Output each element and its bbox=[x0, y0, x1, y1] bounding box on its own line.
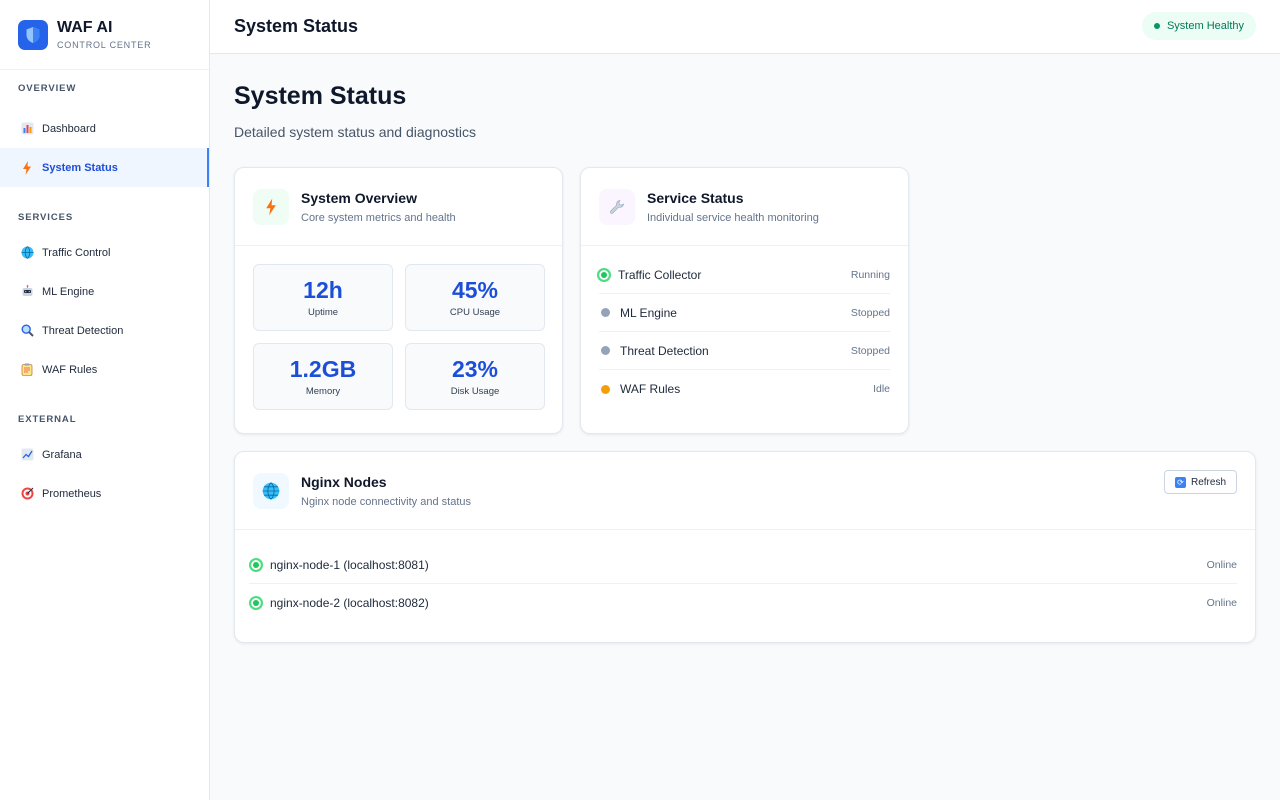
section-label-external: EXTERNAL bbox=[18, 414, 77, 425]
sidebar-item-label: WAF Rules bbox=[42, 363, 98, 376]
service-name: Threat Detection bbox=[620, 343, 709, 358]
sidebar-item-threat-detection[interactable]: Threat Detection bbox=[0, 311, 209, 350]
service-name: Traffic Collector bbox=[618, 267, 702, 282]
node-name: nginx-node-2 (localhost:8082) bbox=[270, 596, 429, 610]
lightning-icon bbox=[20, 160, 34, 175]
sidebar-item-label: ML Engine bbox=[42, 285, 95, 298]
brand-title: WAF AI bbox=[57, 18, 113, 36]
service-status: Stopped bbox=[850, 344, 890, 357]
lightning-icon bbox=[253, 188, 289, 225]
metric-value: 12h bbox=[303, 277, 343, 303]
sidebar-item-prometheus[interactable]: Prometheus bbox=[0, 474, 209, 513]
service-name: WAF Rules bbox=[620, 382, 681, 396]
refresh-button[interactable]: ⟳ Refresh bbox=[1163, 470, 1237, 494]
card-title: Service Status bbox=[647, 189, 744, 206]
status-stopped-icon bbox=[601, 308, 610, 317]
service-status-card: Service Status Individual service health… bbox=[580, 167, 909, 434]
status-dot-icon bbox=[1153, 23, 1160, 29]
topbar: System Status System Healthy bbox=[210, 0, 1280, 54]
refresh-button-label: Refresh bbox=[1190, 476, 1226, 488]
metric-memory: 1.2GB Memory bbox=[253, 343, 393, 410]
brand: WAF AI CONTROL CENTER bbox=[0, 0, 209, 70]
sidebar-item-grafana[interactable]: Grafana bbox=[0, 435, 209, 474]
magnifier-icon bbox=[20, 324, 34, 338]
service-row-waf-rules: WAF Rules Idle bbox=[599, 370, 890, 408]
node-list: nginx-node-1 (localhost:8081) Online ngi… bbox=[235, 530, 1255, 622]
sidebar-item-label: Dashboard bbox=[42, 122, 96, 135]
metric-label: CPU Usage bbox=[449, 307, 501, 318]
status-badge: System Healthy bbox=[1141, 12, 1256, 40]
card-subtitle: Nginx node connectivity and status bbox=[301, 495, 471, 508]
sidebar-item-ml-engine[interactable]: ML Engine bbox=[0, 272, 209, 311]
globe-icon bbox=[253, 472, 289, 509]
sidebar: WAF AI CONTROL CENTER OVERVIEW Dashboard… bbox=[0, 0, 210, 800]
page-title: System Status bbox=[234, 82, 407, 110]
card-title: System Overview bbox=[301, 189, 417, 206]
globe-icon bbox=[20, 246, 34, 260]
metric-value: 1.2GB bbox=[289, 356, 357, 382]
sidebar-item-traffic-control[interactable]: Traffic Control bbox=[0, 233, 209, 272]
card-subtitle: Core system metrics and health bbox=[301, 211, 456, 224]
metric-label: Uptime bbox=[307, 307, 339, 318]
sidebar-item-waf-rules[interactable]: WAF Rules bbox=[0, 350, 209, 389]
node-row-2: nginx-node-2 (localhost:8082) Online bbox=[249, 584, 1237, 622]
sidebar-item-label: Prometheus bbox=[42, 487, 102, 500]
section-label-overview: OVERVIEW bbox=[18, 83, 77, 94]
shield-logo-icon bbox=[18, 19, 48, 50]
metric-label: Memory bbox=[305, 386, 341, 397]
target-icon bbox=[20, 487, 34, 501]
status-running-icon bbox=[597, 267, 611, 282]
page-subtitle: Detailed system status and diagnostics bbox=[234, 124, 477, 140]
metric-label: Disk Usage bbox=[450, 386, 500, 397]
service-row-ml-engine: ML Engine Stopped bbox=[599, 294, 890, 332]
status-running-icon bbox=[249, 557, 263, 572]
wrench-icon bbox=[599, 188, 635, 225]
metric-value: 23% bbox=[451, 356, 499, 382]
sidebar-item-label: Grafana bbox=[42, 448, 82, 461]
node-name: nginx-node-1 (localhost:8081) bbox=[270, 557, 429, 572]
bar-chart-icon bbox=[20, 122, 34, 136]
system-overview-card: System Overview Core system metrics and … bbox=[234, 167, 563, 434]
metric-uptime: 12h Uptime bbox=[253, 264, 393, 331]
sidebar-item-system-status[interactable]: System Status bbox=[0, 148, 209, 187]
topbar-title: System Status bbox=[234, 16, 359, 36]
service-status: Stopped bbox=[850, 306, 890, 319]
status-running-icon bbox=[249, 596, 263, 610]
metric-disk-usage: 23% Disk Usage bbox=[405, 343, 545, 410]
status-idle-icon bbox=[601, 384, 610, 394]
clipboard-icon bbox=[20, 363, 34, 377]
trend-chart-icon bbox=[20, 448, 34, 462]
card-title: Nginx Nodes bbox=[301, 473, 387, 490]
sidebar-item-label: Traffic Control bbox=[42, 246, 111, 259]
refresh-icon: ⟳ bbox=[1174, 476, 1186, 488]
service-status: Idle bbox=[873, 383, 890, 395]
sidebar-item-label: Threat Detection bbox=[42, 324, 124, 337]
node-status: Online bbox=[1206, 597, 1237, 609]
service-row-threat-detection: Threat Detection Stopped bbox=[599, 332, 890, 370]
section-label-services: SERVICES bbox=[18, 212, 74, 223]
robot-icon bbox=[20, 285, 34, 299]
metric-value: 45% bbox=[451, 277, 499, 303]
service-name: ML Engine bbox=[620, 305, 677, 320]
service-list: Traffic Collector Running ML Engine Stop… bbox=[581, 246, 908, 408]
status-badge-label: System Healthy bbox=[1166, 20, 1244, 32]
card-subtitle: Individual service health monitoring bbox=[647, 211, 819, 224]
brand-subtitle: CONTROL CENTER bbox=[57, 39, 152, 50]
status-stopped-icon bbox=[601, 346, 610, 355]
sidebar-item-dashboard[interactable]: Dashboard bbox=[0, 109, 209, 148]
nginx-nodes-card: Nginx Nodes Nginx node connectivity and … bbox=[234, 451, 1256, 643]
node-row-1: nginx-node-1 (localhost:8081) Online bbox=[249, 546, 1237, 584]
service-status: Running bbox=[850, 268, 890, 281]
sidebar-item-label: System Status bbox=[42, 161, 118, 174]
service-row-traffic-collector: Traffic Collector Running bbox=[597, 256, 890, 294]
metric-cpu-usage: 45% CPU Usage bbox=[405, 264, 545, 331]
node-status: Online bbox=[1206, 558, 1237, 571]
